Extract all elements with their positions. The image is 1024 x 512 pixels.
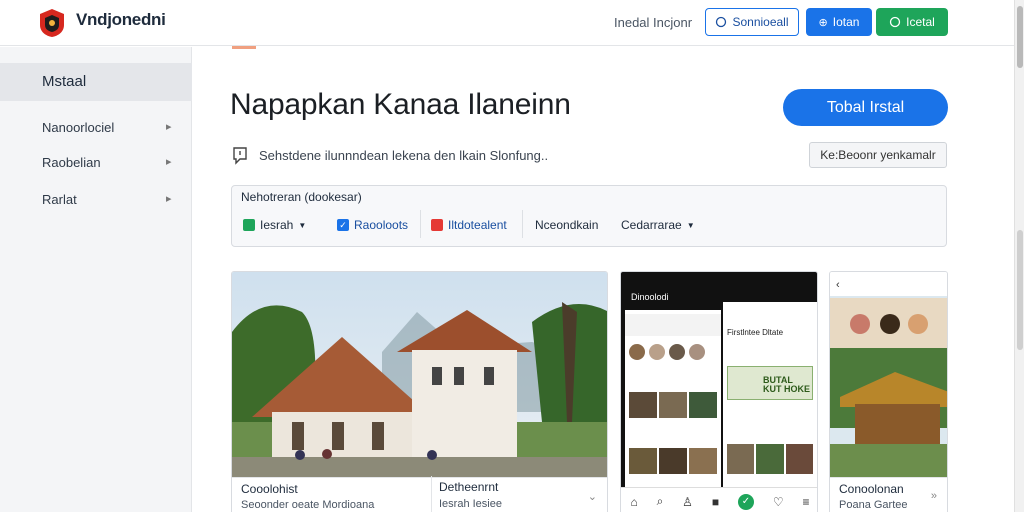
circle-icon — [890, 16, 901, 28]
chip-label: Nceondkain — [535, 218, 599, 232]
blue-button-label: Iotan — [832, 15, 860, 29]
phone-panel-title: Firstlntee Dltate — [727, 328, 784, 337]
chevron-right-icon: ▸ — [166, 121, 172, 133]
page-title: Napapkan Kanaa Ilaneinn — [230, 88, 571, 121]
secondary-button[interactable]: Ke:Beoonr yenkamalr — [809, 142, 947, 168]
green-button[interactable]: Icetal — [876, 8, 948, 36]
building-photo — [232, 272, 607, 479]
green-square-icon — [243, 219, 255, 231]
card-title: Cooolohist — [241, 482, 298, 496]
filter-chip-2[interactable]: ✓ Raooloots — [337, 218, 408, 232]
sidebar-item-label: Raobelian — [42, 155, 101, 170]
caret-down-icon: ▼ — [686, 220, 695, 230]
phone-tab-bar: ⌂ ⌕ ♙ ■ ✓ ♡ ≡ — [621, 487, 817, 512]
chevron-right-icon: ▸ — [166, 156, 172, 168]
sidebar-item-2[interactable]: Raobelian ▸ — [0, 148, 192, 178]
phone-header: Dinoolodi — [631, 292, 669, 302]
checkbox-checked-icon[interactable]: ✓ — [337, 219, 349, 231]
check-circle-icon[interactable]: ✓ — [737, 493, 754, 510]
card-footer: Cooolohist Seoonder oeate Mordioana ⌄ — [232, 477, 607, 512]
sidebar-active-label: Mstaal — [42, 73, 87, 90]
chevron-right-icon[interactable]: » — [931, 490, 937, 502]
outline-button-label: Sonnioeall — [732, 15, 789, 29]
filter-panel: Nehotreran (dookesar) Iesrah ▼ ✓ Raooloo… — [231, 185, 947, 247]
menu-icon[interactable]: ≡ — [802, 495, 809, 509]
blue-button[interactable]: ⊕ Iotan — [806, 8, 872, 36]
accent-mark — [232, 46, 256, 49]
card-title: Detheenrnt — [439, 480, 499, 494]
sidebar-item-active[interactable]: Mstaal — [0, 63, 192, 101]
sidebar-item-1[interactable]: Nanoorlociel ▸ — [0, 113, 192, 143]
sidebar-item-label: Nanoorlociel — [42, 120, 115, 135]
phone-screen-left: Dinoolodi — [625, 288, 721, 488]
circle-icon — [716, 16, 727, 28]
brand-logo-icon[interactable] — [38, 8, 66, 38]
info-icon — [233, 147, 247, 165]
card-footer: Conoolonan Poana Gartee » — [830, 477, 947, 512]
chip-label: Cedarrarae — [621, 218, 682, 232]
scroll-thumb-secondary[interactable] — [1017, 230, 1023, 350]
vertical-scrollbar[interactable] — [1014, 0, 1024, 512]
svg-text:‹: ‹ — [836, 279, 840, 291]
sidebar-item-3[interactable]: Rarlat ▸ — [0, 185, 192, 215]
card-subtitle: Poana Gartee — [839, 499, 908, 511]
chip-label: Iesrah — [260, 218, 294, 232]
house-photo: ‹ — [830, 272, 947, 479]
brand-name[interactable]: Vndjonedni — [76, 10, 166, 30]
page-subtitle: Sehstdene ilunnndean lekena den lkain Sl… — [259, 148, 549, 163]
screenshot-card-2[interactable]: Dinoolodi Firstlntee Dltate BUTAL KUT HOK… — [620, 271, 818, 512]
chip-label: Raooloots — [354, 218, 409, 232]
phone-screen-right: Firstlntee Dltate BUTAL KUT HOKE — [723, 302, 817, 488]
header-link[interactable]: Inedal Incjonr — [614, 15, 692, 30]
square-icon[interactable]: ■ — [712, 495, 719, 509]
filter-title: Nehotreran (dookesar) — [241, 190, 362, 204]
divider — [522, 210, 523, 238]
card-subtitle: Iesrah Iesiee — [439, 498, 502, 510]
chevron-down-icon[interactable]: ⌄ — [588, 490, 597, 503]
chevron-right-icon: ▸ — [166, 193, 172, 205]
screenshot-card-1[interactable]: Cooolohist Seoonder oeate Mordioana ⌄ — [231, 271, 608, 512]
blue-icon: ⊕ — [818, 16, 828, 29]
screenshot-card-3[interactable]: ‹ Conoolonan Poana Gartee » — [829, 271, 948, 512]
filter-chip-3[interactable]: Iltdotealent — [431, 218, 507, 232]
top-header: Vndjonedni Inedal Incjonr Sonnioeall ⊕ I… — [0, 0, 1014, 46]
caret-down-icon: ▼ — [298, 220, 307, 230]
card-title: Conoolonan — [839, 482, 904, 496]
sidebar: Mstaal Nanoorlociel ▸ Raobelian ▸ Rarlat… — [0, 47, 192, 512]
chip-label: Iltdotealent — [448, 218, 507, 232]
filter-chip-1[interactable]: Iesrah ▼ — [243, 218, 306, 232]
filter-chip-5[interactable]: Cedarrarae ▼ — [621, 218, 695, 232]
heart-icon[interactable]: ♡ — [773, 495, 784, 509]
divider — [420, 210, 421, 238]
search-icon[interactable]: ⌕ — [657, 494, 664, 509]
red-square-icon — [431, 219, 443, 231]
person-icon[interactable]: ♙ — [682, 495, 693, 509]
install-button[interactable]: Tobal Irstal — [783, 89, 948, 126]
scroll-thumb[interactable] — [1017, 6, 1023, 68]
home-icon[interactable]: ⌂ — [630, 495, 637, 509]
sidebar-item-label: Rarlat — [42, 192, 77, 207]
outline-button[interactable]: Sonnioeall — [705, 8, 799, 36]
card-subtitle: Seoonder oeate Mordioana — [241, 499, 375, 511]
filter-chip-4[interactable]: Nceondkain — [535, 218, 598, 232]
green-button-label: Icetal — [906, 15, 935, 29]
divider — [431, 476, 432, 512]
